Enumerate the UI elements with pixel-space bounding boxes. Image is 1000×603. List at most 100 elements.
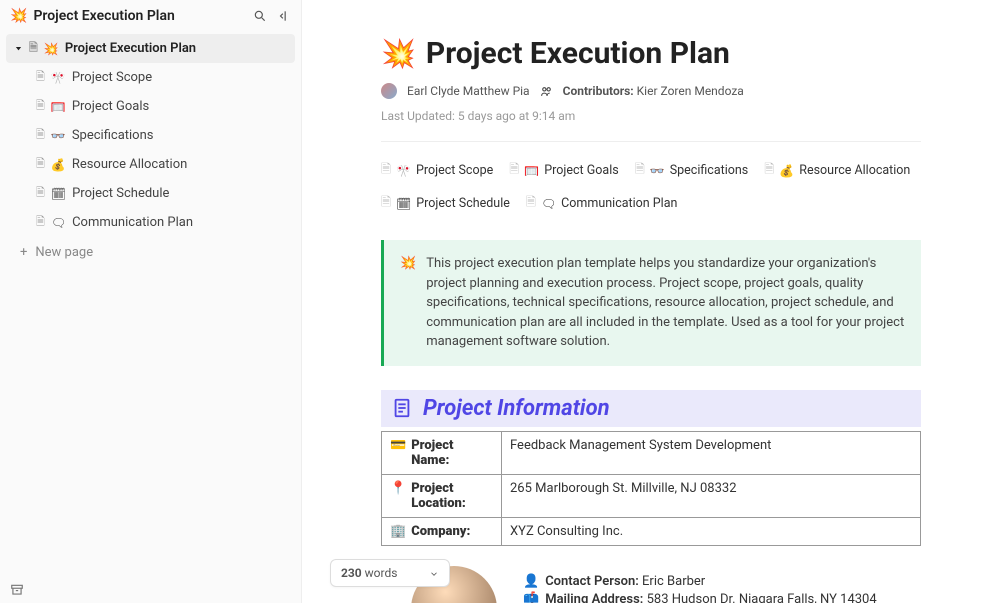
chip-icon: 👓 — [650, 164, 665, 178]
section-title[interactable]: Project Information — [423, 396, 610, 421]
sidebar-item-specifications[interactable]: 🗎 👓 Specifications — [36, 121, 295, 150]
row-key: Project Location: — [411, 481, 493, 511]
new-page-button[interactable]: + New page — [6, 237, 295, 268]
page-icon: 🗎 — [381, 160, 391, 181]
sidebar: 💥 Project Execution Plan 🗎 💥 Project Exe… — [0, 0, 302, 603]
sidebar-item-project-goals[interactable]: 🗎 🥅 Project Goals — [36, 92, 295, 121]
sidebar-item-project-schedule[interactable]: 🗎 🗓 Project Schedule — [36, 179, 295, 208]
contact-details: 👤Contact Person: Eric Barber 📫Mailing Ad… — [523, 574, 877, 603]
chip-label: Resource Allocation — [799, 163, 910, 178]
document: 💥 Project Execution Plan Earl Clyde Matt… — [351, 0, 951, 603]
contributors-group[interactable]: Contributors: Kier Zoren Mendoza — [563, 84, 744, 98]
table-row: 🏢Company: XYZ Consulting Inc. — [382, 517, 921, 545]
sidebar-item-resource-allocation[interactable]: 🗎 💰 Resource Allocation — [36, 150, 295, 179]
chip-icon: 💰 — [779, 164, 794, 178]
chip-label: Communication Plan — [561, 196, 677, 211]
divider — [381, 141, 921, 142]
main-content: 💥 Project Execution Plan Earl Clyde Matt… — [302, 0, 1000, 603]
item-icon: 🗨 — [51, 216, 66, 230]
contributors-value: Kier Zoren Mendoza — [637, 84, 744, 98]
row-value[interactable]: XYZ Consulting Inc. — [502, 517, 921, 545]
page-icon: 🗎 — [36, 213, 45, 232]
page-icon: 🗎 — [764, 160, 774, 181]
archive-icon[interactable] — [10, 582, 24, 597]
chip-project-scope[interactable]: 🗎 🎌 Project Scope — [381, 160, 493, 181]
item-label: Specifications — [72, 128, 154, 143]
item-label: Resource Allocation — [72, 157, 188, 172]
chip-icon: 🥅 — [524, 164, 539, 178]
chip-label: Specifications — [670, 163, 749, 178]
contributors-label: Contributors: — [563, 84, 634, 98]
item-icon: 🥅 — [51, 100, 66, 114]
search-icon[interactable] — [253, 9, 267, 24]
page-title[interactable]: 💥 Project Execution Plan — [10, 8, 175, 24]
page-icon: 🗎 — [526, 193, 536, 214]
chip-project-schedule[interactable]: 🗎🗓Project Schedule — [381, 193, 510, 214]
section-icon — [391, 397, 413, 419]
page-icon: 🗎 — [29, 39, 38, 58]
table-row: 💳Project Name: Feedback Management Syste… — [382, 431, 921, 474]
callout-text: This project execution plan template hel… — [426, 254, 905, 352]
page-icon: 🗎 — [36, 184, 45, 203]
item-label: Communication Plan — [72, 215, 193, 230]
doc-title[interactable]: Project Execution Plan — [426, 36, 730, 71]
sidebar-header: 💥 Project Execution Plan — [0, 0, 301, 32]
contact-person: Eric Barber — [642, 574, 705, 589]
plus-icon: + — [20, 245, 27, 260]
item-icon: 🎌 — [51, 71, 66, 85]
sidebar-item-communication-plan[interactable]: 🗎 🗨 Communication Plan — [36, 208, 295, 237]
chip-project-goals[interactable]: 🗎 🥅 Project Goals — [509, 160, 618, 181]
section-header: Project Information — [381, 390, 921, 427]
chip-communication-plan[interactable]: 🗎 🗨 Communication Plan — [526, 193, 678, 214]
tree-root-label: Project Execution Plan — [65, 41, 196, 56]
item-label: Project Schedule — [72, 186, 169, 201]
item-icon: 🗓 — [51, 187, 66, 201]
row-value[interactable]: Feedback Management System Development — [502, 431, 921, 474]
row-icon: 📍 — [390, 481, 406, 496]
mail-icon: 📫 — [523, 592, 539, 603]
page-icon: 🗎 — [36, 68, 45, 87]
row-key: Company: — [411, 524, 470, 539]
item-icon: 👓 — [51, 129, 66, 143]
contact-person-line: 👤Contact Person: Eric Barber — [523, 574, 877, 589]
row-icon: 💳 — [390, 438, 406, 453]
chip-icon: 🗨 — [541, 197, 556, 211]
meta-row: Earl Clyde Matthew Pia Contributors: Kie… — [381, 83, 921, 123]
chip-label: Project Scope — [416, 163, 493, 178]
item-label: Project Goals — [72, 99, 149, 114]
chevron-down-icon[interactable] — [14, 41, 23, 56]
subpage-chips: 🗎 🎌 Project Scope 🗎 🥅 Project Goals 🗎 👓 Specif… — [381, 160, 921, 214]
row-value[interactable]: 265 Marlborough St. Millville, NJ 08332 — [502, 474, 921, 517]
page-icon: 🗎 — [635, 160, 645, 181]
item-icon: 💰 — [51, 158, 66, 172]
mailing-address-line: 📫Mailing Address: 583 Hudson Dr. Niagara… — [523, 592, 877, 603]
collapse-sidebar-icon[interactable] — [277, 9, 291, 24]
page-icon: 🗎 — [509, 160, 519, 181]
person-icon: 👤 — [523, 574, 539, 589]
title-text: Project Execution Plan — [33, 8, 174, 24]
mailing-address: 583 Hudson Dr. Niagara Falls, NY 14304 — [647, 592, 877, 603]
title-row: 💥 Project Execution Plan — [381, 36, 921, 71]
chip-icon: 🎌 — [396, 164, 411, 178]
chip-specifications[interactable]: 🗎 👓 Specifications — [635, 160, 749, 181]
page-icon: 🗎 — [36, 97, 45, 116]
project-info-table: 💳Project Name: Feedback Management Syste… — [381, 431, 921, 546]
sidebar-item-project-scope[interactable]: 🗎 🎌 Project Scope — [36, 63, 295, 92]
chevron-down-icon — [429, 566, 439, 580]
chip-icon: 🗓 — [396, 197, 411, 211]
contact-block: 👤Contact Person: Eric Barber 📫Mailing Ad… — [381, 566, 921, 603]
new-page-label: New page — [35, 245, 93, 260]
word-count-widget[interactable]: 230 words — [330, 559, 450, 587]
chip-label: Project Goals — [544, 163, 618, 178]
nav-tree: 🗎 💥 Project Execution Plan 🗎 🎌 Project S… — [0, 32, 301, 576]
author-avatar[interactable] — [381, 83, 397, 99]
author-name[interactable]: Earl Clyde Matthew Pia — [407, 84, 530, 98]
chip-resource-allocation[interactable]: 🗎 💰 Resource Allocation — [764, 160, 910, 181]
page-icon: 🗎 — [36, 126, 45, 145]
sidebar-footer — [0, 576, 301, 603]
page-icon: 🗎 — [381, 193, 391, 214]
tree-root[interactable]: 🗎 💥 Project Execution Plan — [6, 34, 295, 63]
word-count-text: 230 words — [341, 566, 397, 580]
callout[interactable]: 💥 This project execution plan template h… — [381, 240, 921, 366]
title-emoji[interactable]: 💥 — [381, 37, 416, 70]
